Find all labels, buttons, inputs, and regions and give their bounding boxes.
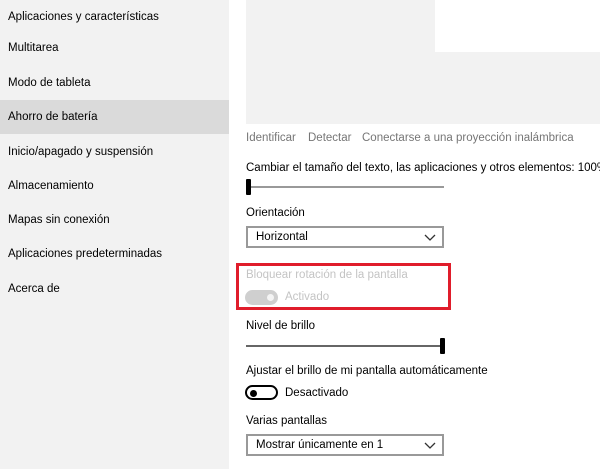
auto-brightness-label: Ajustar el brillo de mi pantalla automát…: [246, 365, 488, 377]
auto-brightness-state: Desactivado: [285, 387, 349, 399]
scale-label: Cambiar el tamaño del texto, las aplicac…: [246, 162, 600, 174]
multiple-displays-value: Mostrar únicamente en 1: [256, 439, 384, 451]
connect-wireless-link[interactable]: Conectarse a una proyección inalámbrica: [362, 132, 574, 144]
scale-slider-thumb[interactable]: [246, 179, 251, 195]
multiple-displays-dropdown[interactable]: Mostrar únicamente en 1: [246, 434, 444, 456]
brightness-label: Nivel de brillo: [246, 320, 316, 332]
sidebar-item-label: Ahorro de batería: [8, 111, 98, 123]
brightness-slider-thumb[interactable]: [440, 338, 445, 354]
scale-slider-track[interactable]: [246, 186, 444, 188]
rotation-lock-state: Activado: [285, 291, 330, 303]
sidebar-item-offline-maps[interactable]: Mapas sin conexión: [0, 203, 229, 237]
rotation-lock-label: Bloquear rotación de la pantalla: [246, 269, 408, 281]
orientation-label: Orientación: [246, 207, 305, 219]
sidebar-item-tablet-mode[interactable]: Modo de tableta: [0, 66, 229, 100]
auto-brightness-toggle[interactable]: [245, 385, 278, 400]
sidebar-item-power-sleep[interactable]: Inicio/apagado y suspensión: [0, 135, 229, 169]
chevron-down-icon: [424, 234, 436, 241]
sidebar-item-label: Inicio/apagado y suspensión: [8, 146, 154, 158]
display-arrangement-blank: [435, 0, 600, 52]
settings-sidebar: Aplicaciones y características Multitare…: [0, 0, 229, 469]
multiple-displays-label: Varias pantallas: [246, 415, 327, 427]
orientation-value: Horizontal: [256, 231, 308, 243]
sidebar-item-label: Almacenamiento: [8, 180, 94, 192]
chevron-down-icon: [424, 442, 436, 449]
sidebar-item-apps-features[interactable]: Aplicaciones y características: [0, 0, 229, 34]
sidebar-item-battery-saver[interactable]: Ahorro de batería: [0, 100, 229, 134]
sidebar-item-label: Aplicaciones predeterminadas: [8, 248, 163, 260]
sidebar-item-label: Aplicaciones y características: [8, 11, 159, 23]
sidebar-item-about[interactable]: Acerca de: [0, 272, 229, 306]
rotation-lock-toggle[interactable]: [245, 290, 278, 305]
sidebar-item-storage[interactable]: Almacenamiento: [0, 169, 229, 203]
sidebar-item-label: Modo de tableta: [8, 77, 91, 89]
sidebar-item-multitasking[interactable]: Multitarea: [0, 31, 229, 65]
detect-link[interactable]: Detectar: [308, 132, 351, 144]
toggle-knob: [267, 294, 274, 301]
sidebar-item-label: Multitarea: [8, 42, 59, 54]
toggle-knob: [250, 389, 257, 397]
orientation-dropdown[interactable]: Horizontal: [246, 226, 444, 248]
identify-link[interactable]: Identificar: [246, 132, 296, 144]
sidebar-item-label: Acerca de: [8, 283, 60, 295]
brightness-slider-track[interactable]: [246, 345, 443, 347]
sidebar-item-label: Mapas sin conexión: [8, 214, 110, 226]
sidebar-item-default-apps[interactable]: Aplicaciones predeterminadas: [0, 237, 229, 271]
